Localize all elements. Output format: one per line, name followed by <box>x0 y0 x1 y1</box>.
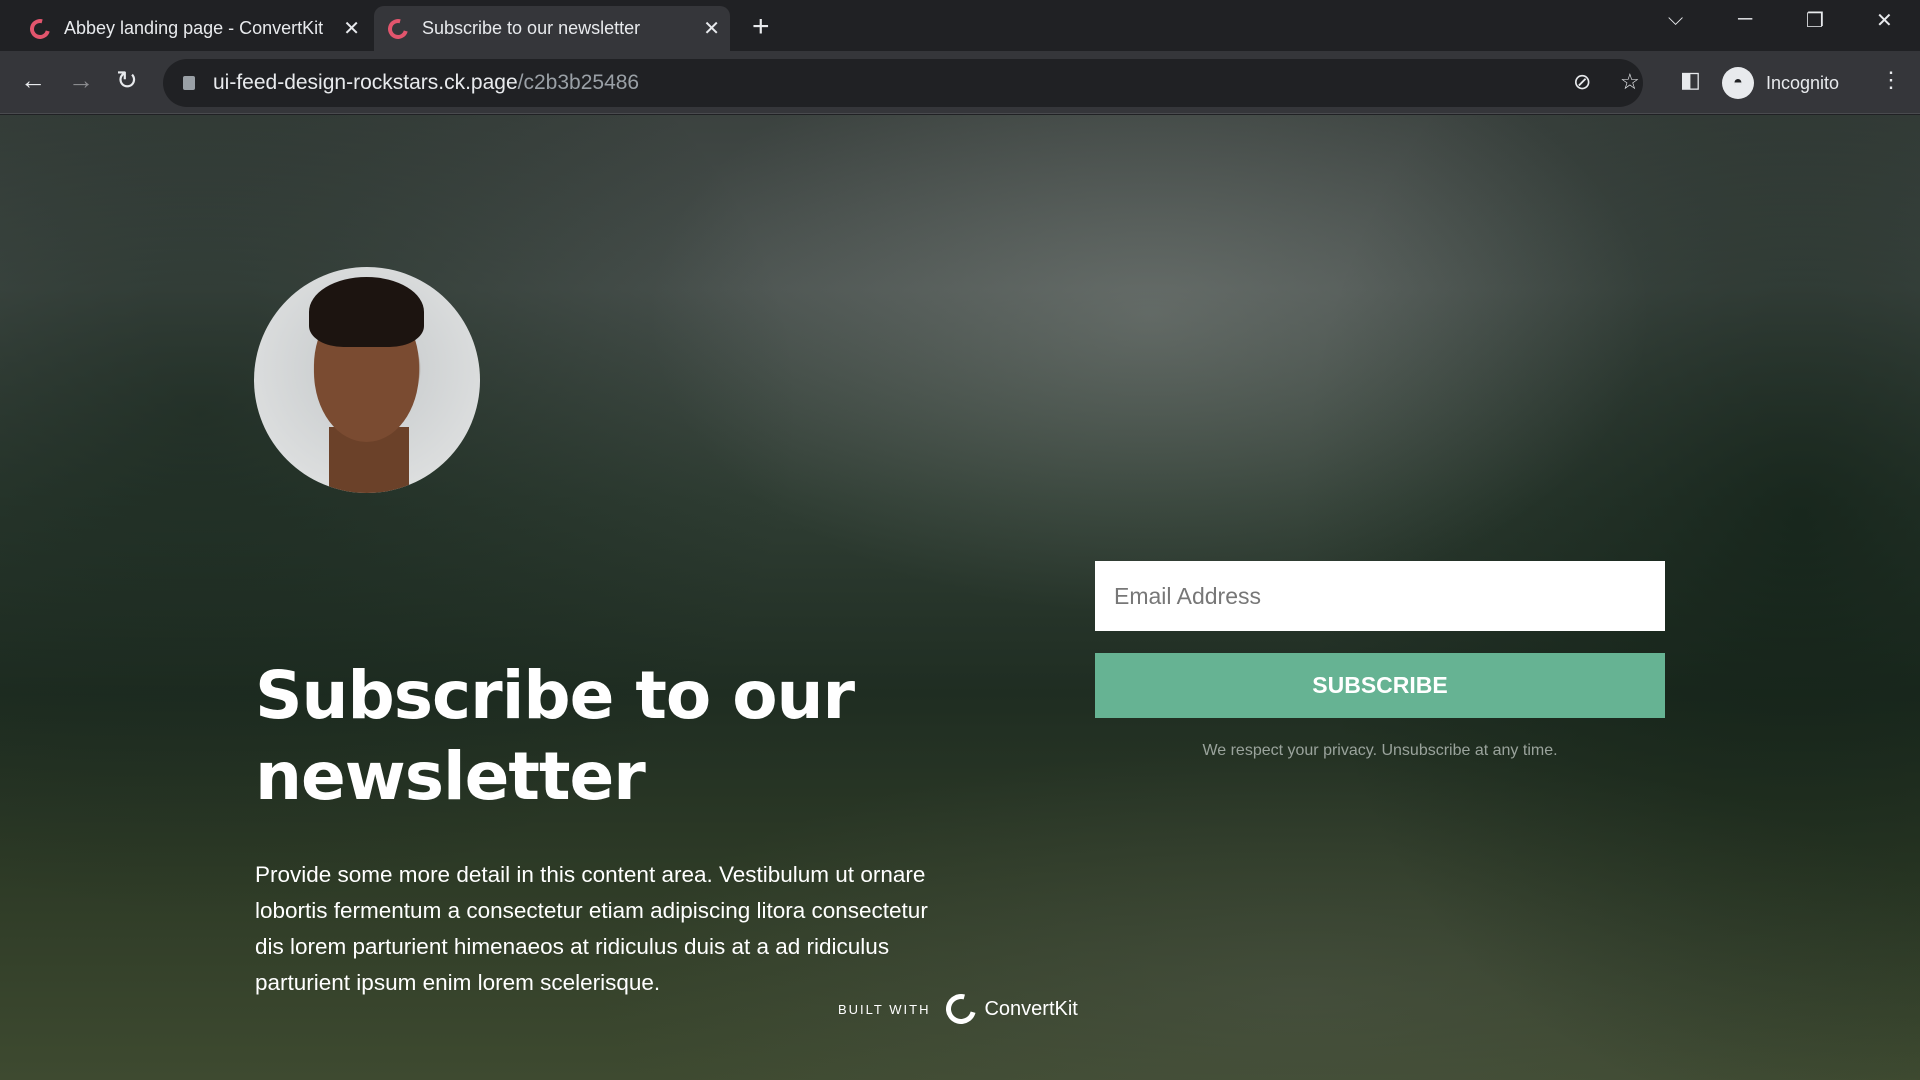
restore-icon[interactable]: ❐ <box>1806 8 1824 33</box>
description: Provide some more detail in this content… <box>255 862 928 995</box>
side-panel-icon[interactable]: ◧ <box>1680 67 1701 93</box>
built-with-label: BUILT WITH <box>838 1001 931 1017</box>
reload-icon[interactable]: ↻ <box>116 65 138 96</box>
back-icon[interactable]: ← <box>20 65 46 96</box>
bookmark-star-icon[interactable]: ☆ <box>1620 69 1640 95</box>
tab-subscribe-newsletter[interactable]: Subscribe to our newsletter ✕ <box>374 6 730 51</box>
built-with-convertkit-link[interactable]: BUILT WITH ConvertKit <box>838 988 1078 1030</box>
close-tab-icon[interactable]: ✕ <box>343 16 360 41</box>
tab-search-chevron-icon[interactable]: ⌵ <box>1668 8 1683 31</box>
brand-name: ConvertKit <box>984 997 1078 1020</box>
lock-icon[interactable] <box>183 76 195 90</box>
incognito-profile-button[interactable]: ◓ Incognito <box>1722 59 1839 107</box>
forward-icon[interactable]: → <box>68 65 94 96</box>
eye-off-icon[interactable]: ⊘ <box>1573 69 1591 95</box>
url-path: /c2b3b25486 <box>517 71 640 94</box>
avatar <box>254 267 480 493</box>
url-host: ui-feed-design-rockstars.ck.page <box>213 71 518 94</box>
landing-page: Subscribe to our newsletter Provide some… <box>0 115 1920 1080</box>
profile-label: Incognito <box>1766 72 1840 93</box>
incognito-icon: ◓ <box>1722 67 1754 99</box>
toolbar: ← → ↻ ui-feed-design-rockstars.ck.page/c… <box>0 51 1920 114</box>
tab-title: Subscribe to our newsletter <box>422 18 641 38</box>
tab-abbey-landing-page[interactable]: Abbey landing page - ConvertKit ✕ <box>16 6 370 51</box>
email-field[interactable] <box>1095 561 1665 631</box>
menu-kebab-icon[interactable]: ⋮ <box>1880 67 1902 93</box>
tab-bar: Abbey landing page - ConvertKit ✕ Subscr… <box>0 0 1920 51</box>
page-title: Subscribe to our newsletter <box>255 657 855 815</box>
convertkit-favicon-icon <box>26 14 54 43</box>
address-bar[interactable]: ui-feed-design-rockstars.ck.page/c2b3b25… <box>163 59 1643 107</box>
minimize-icon[interactable]: ─ <box>1738 8 1752 31</box>
new-tab-icon[interactable]: + <box>752 10 770 44</box>
close-tab-icon[interactable]: ✕ <box>703 16 720 41</box>
tab-title: Abbey landing page - ConvertKit <box>64 18 324 38</box>
subscribe-button[interactable]: SUBSCRIBE <box>1095 653 1665 718</box>
convertkit-favicon-icon <box>384 14 412 43</box>
close-window-icon[interactable]: ✕ <box>1876 8 1893 33</box>
privacy-note: We respect your privacy. Unsubscribe at … <box>1202 742 1558 759</box>
convertkit-logo-icon <box>940 988 982 1030</box>
